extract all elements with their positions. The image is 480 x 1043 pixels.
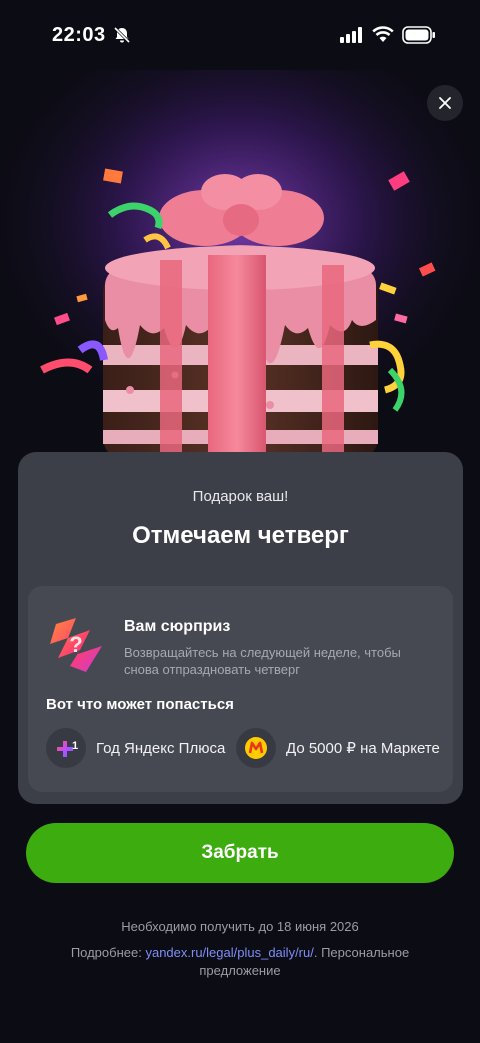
terms-prefix: Подробнее: [70,945,146,960]
surprise-description: Возвращайтесь на следующей неделе, чтобы… [124,645,401,677]
status-bar: 22:03 [0,0,480,70]
svg-text:?: ? [69,632,82,657]
reward-item-plus: 1 Год Яндекс Плюса [46,728,225,768]
signal-icon [340,27,362,43]
battery-icon [402,26,435,44]
gift-label: Подарок ваш! [192,488,289,505]
status-time: 22:03 [52,24,106,46]
market-logo-icon [236,728,276,768]
terms-text: Подробнее: yandex.ru/legal/plus_daily/ru… [60,944,420,980]
svg-text:1: 1 [72,740,78,752]
claim-button[interactable]: Забрать [26,823,454,883]
bell-off-icon [113,26,131,44]
surprise-icon: ? [50,618,102,672]
reward-label: Год Яндекс Плюса [96,739,226,757]
gift-card: Подарок ваш! Отмечаем четверг ? Вам сюрп… [18,452,463,804]
surprise-title: Вам сюрприз [124,618,231,635]
terms-link[interactable]: yandex.ru/legal/plus_daily/ru/ [145,945,313,960]
close-button[interactable] [427,85,463,121]
rewards-heading: Вот что может попасться [46,696,234,713]
card-title: Отмечаем четверг [132,522,349,549]
deadline-text: Необходимо получить до 18 июня 2026 [121,919,359,934]
reward-item-market: До 5000 ₽ на Маркете [236,728,440,768]
surprise-card: ? Вам сюрприз Возвращайтесь на следующей… [28,586,453,792]
hero-illustration [0,70,480,470]
cake-gift-image [0,70,480,470]
reward-label: До 5000 ₽ на Маркете [286,740,440,757]
wifi-icon [372,26,394,42]
plus-logo-icon: 1 [46,728,86,768]
close-icon [439,97,451,109]
